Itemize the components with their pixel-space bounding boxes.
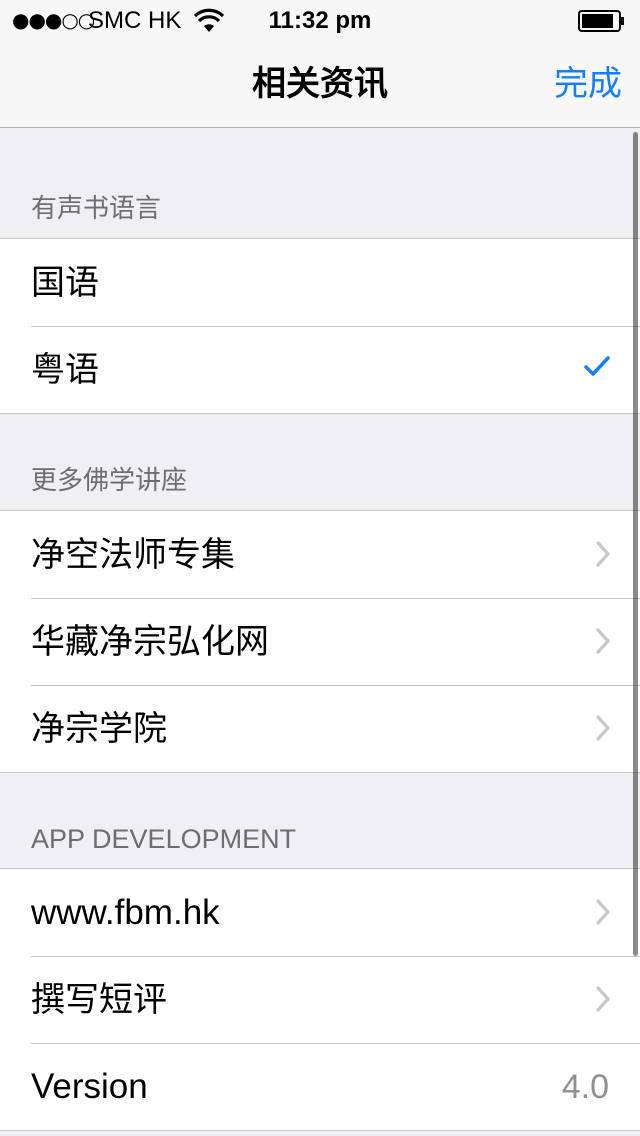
list-item-website[interactable]: www.fbm.hk	[0, 869, 640, 956]
list-item-mandarin[interactable]: 国语	[0, 239, 640, 326]
list-item-label: 粤语	[31, 350, 99, 390]
section-header-app-development: APP DEVELOPMENT	[0, 773, 640, 868]
section-header-audiobook-language: 有声书语言	[0, 128, 640, 238]
status-bar: ●●●○○ SMC HK 11:32 pm	[0, 0, 640, 40]
navigation-bar: 相关资讯 完成	[0, 40, 640, 128]
chevron-right-icon	[596, 628, 610, 654]
list-item-label: Version	[31, 1067, 148, 1106]
list-item-label: 华藏净宗弘化网	[31, 622, 269, 662]
section-header-label: 有声书语言	[31, 194, 162, 224]
list-item-label: 净宗学院	[31, 709, 167, 749]
section-group-app-development: www.fbm.hk 撰写短评 Version 4.0	[0, 868, 640, 1131]
version-value: 4.0	[561, 1068, 609, 1106]
chevron-right-icon	[596, 715, 610, 741]
section-group-audiobook-language: 国语 粤语	[0, 238, 640, 414]
checkmark-icon	[584, 356, 610, 376]
section-group-more-lectures: 净空法师专集 华藏净宗弘化网 净宗学院	[0, 510, 640, 773]
list-item-version: Version 4.0	[0, 1043, 640, 1130]
done-button[interactable]: 完成	[554, 62, 622, 106]
list-item-write-review[interactable]: 撰写短评	[0, 956, 640, 1043]
chevron-right-icon	[596, 986, 610, 1012]
battery-icon	[578, 10, 624, 32]
list-item-label: 净空法师专集	[31, 535, 235, 575]
list-item-label: 国语	[31, 263, 99, 303]
page-title: 相关资讯	[252, 64, 388, 104]
list-item-label: 撰写短评	[31, 980, 167, 1020]
status-time: 11:32 pm	[268, 7, 372, 34]
list-item-label: www.fbm.hk	[31, 893, 220, 932]
settings-table[interactable]: 有声书语言 国语 粤语 更多佛学讲座 净空法师专集 华藏净宗弘化网 净宗学院 A…	[0, 128, 640, 1136]
section-header-label: APP DEVELOPMENT	[31, 824, 297, 854]
list-item-master-chin-kung-collection[interactable]: 净空法师专集	[0, 511, 640, 598]
chevron-right-icon	[596, 899, 610, 925]
chevron-right-icon	[596, 541, 610, 567]
list-item-cantonese[interactable]: 粤语	[0, 326, 640, 413]
section-header-label: 更多佛学讲座	[31, 466, 188, 496]
scroll-indicator[interactable]	[633, 132, 638, 956]
list-item-hwadzan-website[interactable]: 华藏净宗弘化网	[0, 598, 640, 685]
list-item-pure-land-college[interactable]: 净宗学院	[0, 685, 640, 772]
section-header-more-lectures: 更多佛学讲座	[0, 414, 640, 510]
